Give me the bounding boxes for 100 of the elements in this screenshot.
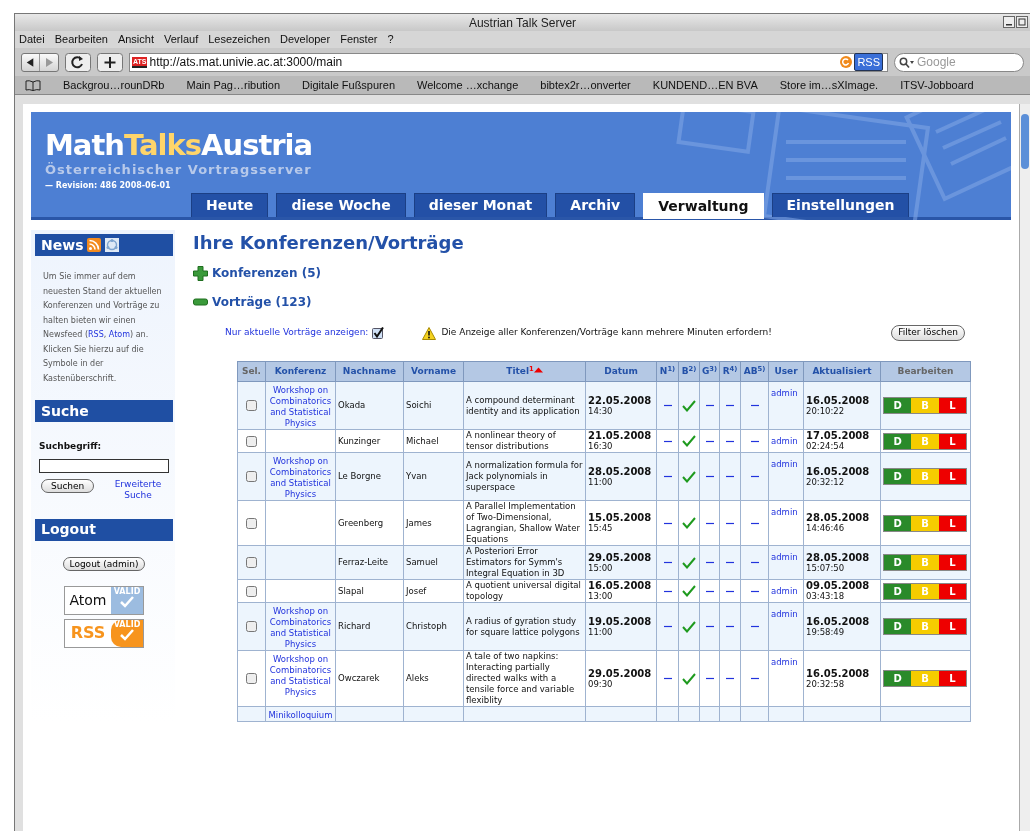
checkbox[interactable] bbox=[372, 327, 385, 339]
rss-icon[interactable] bbox=[87, 238, 102, 252]
section-link[interactable]: Vorträge (123) bbox=[212, 293, 312, 311]
logout-button[interactable]: Logout (admin) bbox=[62, 556, 146, 571]
bookmark-item[interactable]: KUNDEND…EN BVA bbox=[652, 76, 758, 94]
action-button[interactable]: L bbox=[938, 555, 966, 570]
date-text: 16.05.2008 bbox=[806, 667, 871, 679]
menu-item[interactable]: ? bbox=[387, 31, 394, 48]
box-title: Logout bbox=[41, 520, 96, 539]
bookmark-item[interactable]: Welcome …xchange bbox=[417, 76, 519, 94]
expand-icon[interactable] bbox=[193, 265, 208, 281]
action-button[interactable]: D bbox=[884, 671, 912, 686]
nav-tab[interactable]: Heute bbox=[191, 193, 269, 217]
menu-item[interactable]: Bearbeiten bbox=[54, 31, 108, 48]
user-link[interactable]: admin bbox=[771, 657, 798, 667]
time-text: 15:45 bbox=[588, 523, 614, 534]
revision-text: — Revision: 486 2008-06-01 bbox=[44, 179, 172, 192]
bookmark-item[interactable]: Store im…sXImage. bbox=[779, 76, 879, 94]
rss-badge[interactable]: RSS bbox=[854, 52, 883, 72]
user-link[interactable]: admin bbox=[771, 609, 798, 619]
advanced-search-link[interactable]: Erweiterte Suche bbox=[109, 478, 167, 501]
action-button[interactable]: L bbox=[938, 619, 966, 634]
action-button[interactable]: L bbox=[938, 671, 966, 686]
column-header[interactable]: AB$^{5)}$ bbox=[740, 361, 769, 382]
menu-item[interactable]: Developer bbox=[280, 31, 331, 48]
nav-tab[interactable]: Archiv bbox=[555, 193, 636, 217]
table-cell-text: A tale of two napkins: Interacting partially directed walks with a tensile force and variable flexiblity bbox=[466, 651, 576, 706]
column-header[interactable]: N$^{1)}$ bbox=[656, 361, 679, 382]
window-title: Austrian Talk Server bbox=[468, 14, 577, 32]
action-button[interactable]: D bbox=[884, 555, 912, 570]
row-checkbox[interactable] bbox=[246, 585, 257, 597]
maximize-icon[interactable] bbox=[1016, 16, 1028, 28]
search-input[interactable] bbox=[39, 458, 169, 473]
nav-tab[interactable]: diese Woche bbox=[276, 193, 406, 217]
action-button[interactable]: D bbox=[884, 469, 912, 484]
user-link[interactable]: admin bbox=[771, 388, 798, 398]
time-text: 09:30 bbox=[588, 678, 614, 690]
minimize-icon[interactable] bbox=[1003, 16, 1015, 28]
check-icon bbox=[119, 628, 135, 641]
column-header[interactable]: Aktualisiert bbox=[803, 361, 881, 382]
news-link[interactable]: RSS bbox=[88, 330, 104, 339]
action-button[interactable]: L bbox=[938, 469, 966, 484]
search-icon[interactable] bbox=[899, 56, 915, 68]
reload-icon[interactable] bbox=[65, 52, 91, 72]
action-button[interactable]: D bbox=[884, 433, 912, 449]
bookmark-item[interactable]: Main Pag…ribution bbox=[186, 76, 281, 94]
table-cell-text: A nonlinear theory of tensor distributions bbox=[466, 430, 557, 452]
menu-item[interactable]: Ansicht bbox=[117, 31, 154, 48]
scrollbar-thumb[interactable] bbox=[1021, 114, 1029, 169]
action-button[interactable]: D bbox=[884, 583, 912, 599]
search-button[interactable]: Suchen bbox=[41, 478, 95, 493]
column-header[interactable]: Nachname bbox=[335, 361, 404, 382]
action-button[interactable]: L bbox=[938, 515, 966, 531]
bookmarks-icon[interactable] bbox=[25, 79, 41, 91]
section-link[interactable]: Konferenzen (5) bbox=[212, 264, 321, 282]
nav-tab[interactable]: Verwaltung bbox=[643, 193, 764, 219]
atom-icon[interactable] bbox=[105, 238, 120, 252]
column-header[interactable]: Datum bbox=[585, 361, 657, 382]
column-header[interactable]: User bbox=[768, 361, 804, 382]
menu-item[interactable]: Verlauf bbox=[164, 31, 199, 48]
action-button[interactable]: L bbox=[938, 583, 966, 599]
row-checkbox[interactable] bbox=[246, 621, 257, 632]
column-header[interactable]: G$^{3)}$ bbox=[699, 361, 720, 382]
row-checkbox[interactable] bbox=[246, 400, 257, 411]
action-button[interactable]: L bbox=[938, 433, 966, 449]
menu-item[interactable]: Datei bbox=[19, 31, 45, 48]
action-button[interactable]: D bbox=[884, 398, 912, 413]
column-header[interactable]: Titel$^{1}$ bbox=[463, 361, 586, 382]
menu-item[interactable]: Fenster bbox=[340, 31, 378, 48]
time-text: 20:10:22 bbox=[806, 405, 846, 417]
user-link[interactable]: admin bbox=[771, 507, 798, 517]
row-checkbox[interactable] bbox=[246, 673, 257, 684]
bookmark-item[interactable]: Digitale Fußspuren bbox=[302, 76, 395, 94]
action-button[interactable]: D bbox=[884, 619, 912, 634]
column-header[interactable]: Vorname bbox=[403, 361, 464, 382]
sort-ascending-icon[interactable] bbox=[533, 367, 543, 373]
news-link[interactable]: Atom bbox=[108, 330, 130, 339]
action-button[interactable]: L bbox=[938, 398, 966, 413]
add-icon[interactable] bbox=[97, 52, 123, 72]
row-checkbox[interactable] bbox=[246, 435, 257, 447]
table-cell: Okada bbox=[338, 400, 366, 410]
column-header: Sel. bbox=[237, 361, 266, 382]
clear-filter-button[interactable]: Filter löschen bbox=[891, 325, 965, 341]
row-checkbox[interactable] bbox=[246, 557, 257, 568]
user-link[interactable]: admin bbox=[771, 459, 798, 469]
column-header[interactable]: B$^{2)}$ bbox=[678, 361, 700, 382]
bookmark-item[interactable]: Backgrou…rounDRb bbox=[63, 76, 165, 94]
column-header[interactable]: R$^{4)}$ bbox=[719, 361, 741, 382]
bookmark-item[interactable]: bibtex2r…onverter bbox=[540, 76, 631, 94]
action-button[interactable]: D bbox=[884, 515, 912, 531]
validation-badge[interactable]: Atom VALID bbox=[64, 585, 144, 615]
nav-tab[interactable]: dieser Monat bbox=[413, 193, 548, 217]
column-header: Bearbeiten bbox=[880, 361, 971, 382]
time-text: 20:32:12 bbox=[806, 476, 846, 488]
row-checkbox[interactable] bbox=[246, 517, 257, 529]
menu-item[interactable]: Lesezeichen bbox=[208, 31, 270, 48]
column-header[interactable]: Konferenz bbox=[265, 361, 336, 382]
row-checkbox[interactable] bbox=[246, 471, 257, 482]
nav-tab[interactable]: Einstellungen bbox=[771, 193, 910, 217]
bookmark-item[interactable]: ITSV-Jobboard bbox=[900, 76, 974, 94]
